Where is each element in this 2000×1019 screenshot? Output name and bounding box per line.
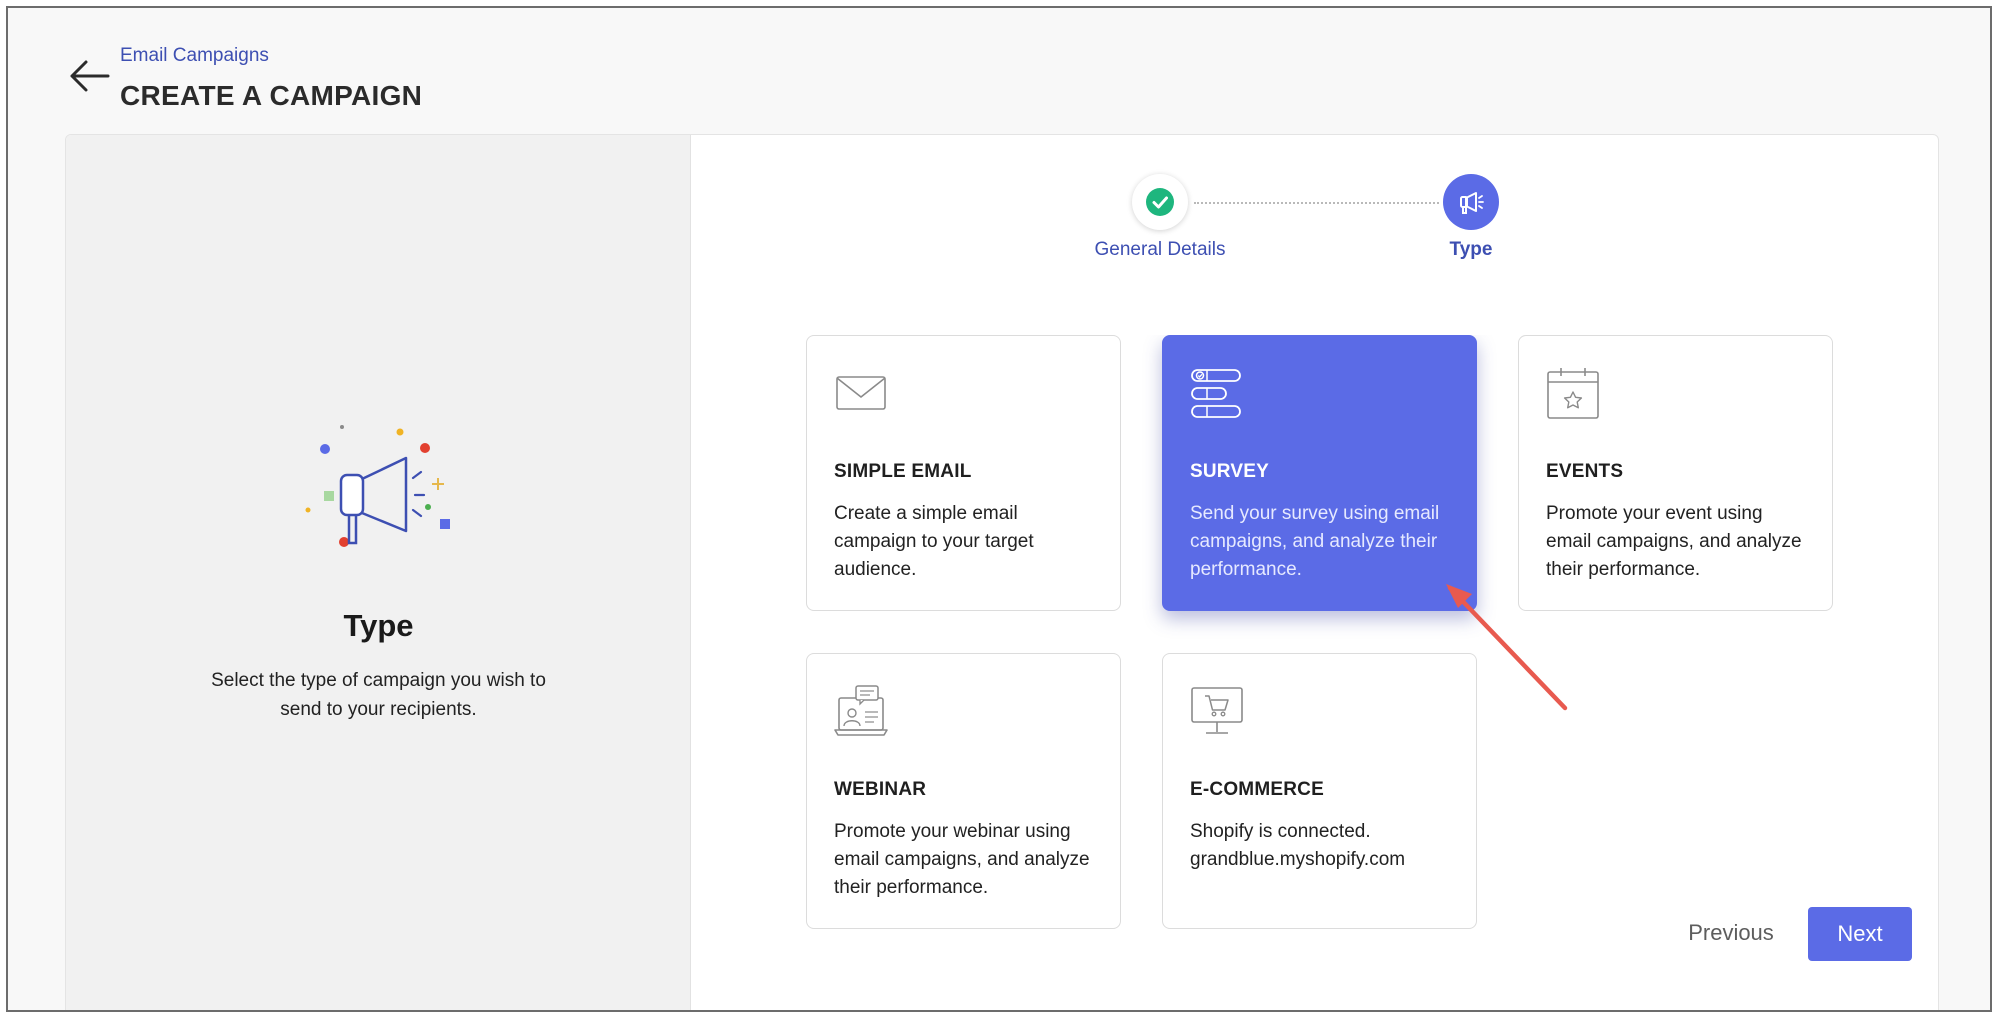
calendar-star-icon <box>1547 368 1599 419</box>
step-description: Select the type of campaign you wish to … <box>211 670 546 720</box>
previous-button[interactable]: Previous <box>1671 907 1791 959</box>
card-description: Create a simple email campaign to your t… <box>834 503 1034 580</box>
card-simple-email[interactable]: SIMPLE EMAIL Create a simple email campa… <box>806 335 1121 611</box>
step-title: Type <box>343 608 414 643</box>
card-events[interactable]: EVENTS Promote your event using email ca… <box>1518 335 1833 611</box>
back-arrow-icon[interactable] <box>64 56 114 96</box>
check-icon <box>1146 188 1174 216</box>
step-general-details[interactable] <box>1132 174 1188 230</box>
card-description: Promote your event using email campaigns… <box>1546 503 1802 580</box>
campaign-wizard-panel: Type Select the type of campaign you wis… <box>65 134 1939 1010</box>
card-title: WEBINAR <box>834 779 927 800</box>
step-label-general-details[interactable]: General Details <box>1060 239 1260 261</box>
megaphone-illustration-icon <box>305 425 450 547</box>
megaphone-icon <box>1460 192 1484 214</box>
webinar-icon <box>834 685 888 736</box>
page-title: CREATE A CAMPAIGN <box>120 80 423 111</box>
survey-icon <box>1191 369 1241 418</box>
breadcrumb[interactable]: Email Campaigns <box>120 45 269 67</box>
card-title: E-COMMERCE <box>1190 779 1324 800</box>
annotation-arrow-icon <box>1446 584 1568 711</box>
card-description: Shopify is connected. grandblue.myshopif… <box>1190 821 1406 870</box>
app-window: Email Campaigns CREATE A CAMPAIGN Type S… <box>6 6 1992 1012</box>
envelope-icon <box>836 376 886 410</box>
next-button[interactable]: Next <box>1808 907 1912 961</box>
card-description: Promote your webinar using email campaig… <box>834 821 1090 898</box>
card-title: EVENTS <box>1546 461 1624 482</box>
card-description: Send your survey using email campaigns, … <box>1190 503 1440 580</box>
card-title: SURVEY <box>1190 461 1269 482</box>
step-label-type[interactable]: Type <box>1371 239 1571 261</box>
monitor-cart-icon <box>1191 687 1243 734</box>
step-info-pane: Type Select the type of campaign you wis… <box>66 135 691 1010</box>
stepper-connector <box>1194 202 1439 204</box>
card-survey[interactable]: SURVEY Send your survey using email camp… <box>1162 335 1477 611</box>
card-title: SIMPLE EMAIL <box>834 461 972 482</box>
card-webinar[interactable]: WEBINAR Promote your webinar using email… <box>806 653 1121 929</box>
step-type[interactable] <box>1443 174 1499 230</box>
